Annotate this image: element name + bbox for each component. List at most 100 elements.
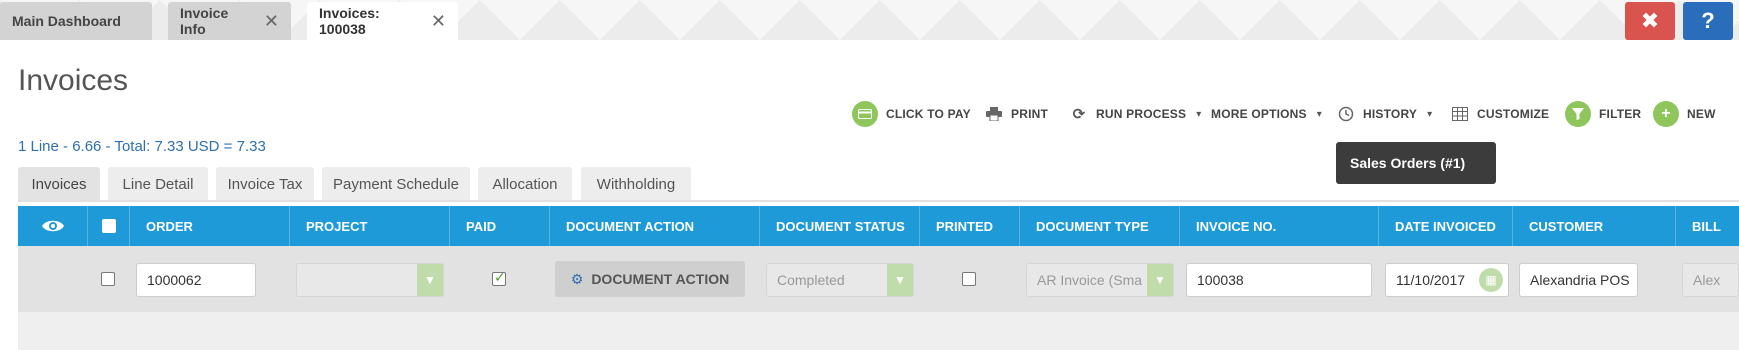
tab-invoices-100038[interactable]: Invoices: 100038 ✕ <box>307 2 458 40</box>
page-title: Invoices <box>18 64 129 97</box>
subtab-invoices[interactable]: Invoices <box>18 167 100 201</box>
printed-checkbox[interactable] <box>962 272 976 286</box>
column-header-document-status[interactable]: DOCUMENT STATUS <box>760 206 920 246</box>
column-label: BILL <box>1692 218 1721 234</box>
chevron-down-icon: ▾ <box>1316 108 1322 120</box>
customer-value: Alexandria POS <box>1530 272 1630 288</box>
subtab-label: Allocation <box>492 175 558 193</box>
subtab-label: Invoice Tax <box>227 175 303 193</box>
bill-value: Alex <box>1693 272 1721 288</box>
new-label: NEW <box>1687 107 1716 121</box>
subtab-invoice-tax[interactable]: Invoice Tax <box>216 167 314 201</box>
column-header-bill[interactable]: BILL <box>1676 206 1739 246</box>
column-label: PROJECT <box>306 218 368 234</box>
more-options-label: MORE OPTIONS <box>1211 107 1307 121</box>
column-header-invoice-no[interactable]: INVOICE NO. <box>1180 206 1379 246</box>
run-process-label: RUN PROCESS <box>1096 107 1187 121</box>
column-label: DOCUMENT TYPE <box>1036 218 1149 234</box>
gear-icon: ⚙ <box>570 270 584 287</box>
column-header-project[interactable]: PROJECT <box>290 206 450 246</box>
new-button[interactable]: + NEW <box>1653 100 1716 128</box>
chevron-down-icon: ▼ <box>894 273 906 287</box>
subtab-withholding[interactable]: Withholding <box>581 167 691 201</box>
help-icon: ? <box>1701 8 1715 33</box>
plus-icon: + <box>1653 101 1679 127</box>
tab-label: Invoices: 100038 <box>319 5 380 37</box>
credit-card-icon <box>852 101 878 127</box>
column-label: ORDER <box>146 218 193 234</box>
document-type-dropdown-button[interactable]: ▼ <box>1147 264 1173 296</box>
run-process-button[interactable]: ⟳ RUN PROCESS ▾ <box>1070 100 1202 128</box>
eye-icon[interactable] <box>41 218 65 234</box>
history-button[interactable]: HISTORY ▾ <box>1337 100 1432 128</box>
filter-label: FILTER <box>1599 107 1642 121</box>
column-header-date-invoiced[interactable]: DATE INVOICED <box>1379 206 1513 246</box>
subtab-allocation[interactable]: Allocation <box>478 167 572 201</box>
column-label: INVOICE NO. <box>1196 218 1277 234</box>
filter-icon <box>1565 101 1591 127</box>
subtab-label: Payment Schedule <box>333 175 459 193</box>
column-header-paid[interactable]: PAID <box>450 206 550 246</box>
help-button[interactable]: ? <box>1683 2 1733 40</box>
table-icon <box>1451 105 1469 123</box>
column-header-printed[interactable]: PRINTED <box>920 206 1020 246</box>
document-action-label: DOCUMENT ACTION <box>591 271 730 287</box>
clock-icon <box>1337 105 1355 123</box>
subtab-label: Withholding <box>596 175 676 193</box>
print-button[interactable]: PRINT <box>985 100 1048 128</box>
close-icon: ✖ <box>1640 8 1660 33</box>
column-label: DATE INVOICED <box>1395 218 1496 234</box>
chevron-down-icon: ▾ <box>1196 108 1202 120</box>
close-icon[interactable]: ✕ <box>264 12 279 30</box>
column-header-customer[interactable]: CUSTOMER <box>1513 206 1676 246</box>
subtab-divider <box>18 200 1739 202</box>
paid-checkbox[interactable] <box>492 269 506 286</box>
customer-field[interactable]: Alexandria POS <box>1519 263 1638 297</box>
chevron-down-icon: ▼ <box>424 273 436 287</box>
order-field[interactable]: 1000062 <box>136 263 256 297</box>
column-label: CUSTOMER <box>1529 218 1604 234</box>
close-window-button[interactable]: ✖ <box>1625 2 1675 40</box>
print-label: PRINT <box>1011 107 1048 121</box>
column-label: DOCUMENT STATUS <box>776 218 905 234</box>
column-label: DOCUMENT ACTION <box>566 218 695 234</box>
invoice-no-value: 100038 <box>1197 272 1244 288</box>
history-label: HISTORY <box>1363 107 1418 121</box>
customize-button[interactable]: CUSTOMIZE <box>1451 100 1549 128</box>
click-to-pay-label: CLICK TO PAY <box>886 107 971 121</box>
select-all-checkbox[interactable] <box>102 219 116 233</box>
bill-field[interactable]: Alex <box>1682 263 1739 297</box>
subtab-payment-schedule[interactable]: Payment Schedule <box>322 167 470 201</box>
chevron-down-icon: ▾ <box>1427 108 1433 120</box>
project-dropdown-button[interactable]: ▼ <box>417 264 443 296</box>
invoice-no-field[interactable]: 100038 <box>1186 263 1372 297</box>
subtab-line-detail[interactable]: Line Detail <box>108 167 208 201</box>
history-tooltip[interactable]: Sales Orders (#1) <box>1336 142 1496 184</box>
printer-icon <box>985 105 1003 123</box>
column-visibility-header[interactable] <box>18 206 88 246</box>
invoice-summary: 1 Line - 6.66 - Total: 7.33 USD = 7.33 <box>18 138 266 155</box>
column-header-document-type[interactable]: DOCUMENT TYPE <box>1020 206 1180 246</box>
row-select-checkbox[interactable] <box>101 272 115 286</box>
column-label: PAID <box>466 218 497 234</box>
column-label: PRINTED <box>936 218 994 234</box>
click-to-pay-button[interactable]: CLICK TO PAY <box>852 100 971 128</box>
document-type-value: AR Invoice (Sma <box>1037 272 1143 288</box>
subtab-label: Line Detail <box>122 175 194 193</box>
tooltip-label: Sales Orders (#1) <box>1350 155 1466 171</box>
close-icon[interactable]: ✕ <box>431 12 446 30</box>
tab-invoice-info[interactable]: Invoice Info ✕ <box>168 2 291 40</box>
document-action-button[interactable]: ⚙ DOCUMENT ACTION <box>555 261 745 297</box>
chevron-down-icon: ▼ <box>1154 273 1166 287</box>
column-header-order[interactable]: ORDER <box>130 206 290 246</box>
date-invoiced-value: 11/10/2017 <box>1396 272 1466 288</box>
tab-label: Main Dashboard <box>12 13 121 29</box>
column-header-document-action[interactable]: DOCUMENT ACTION <box>550 206 760 246</box>
tab-main-dashboard[interactable]: Main Dashboard <box>0 2 152 40</box>
filter-button[interactable]: FILTER <box>1565 100 1641 128</box>
select-all-header[interactable] <box>88 206 130 246</box>
document-status-dropdown-button[interactable]: ▼ <box>887 264 913 296</box>
more-options-button[interactable]: MORE OPTIONS ▾ <box>1211 100 1322 128</box>
refresh-icon: ⟳ <box>1072 106 1086 123</box>
calendar-icon[interactable]: ▦ <box>1479 268 1503 292</box>
